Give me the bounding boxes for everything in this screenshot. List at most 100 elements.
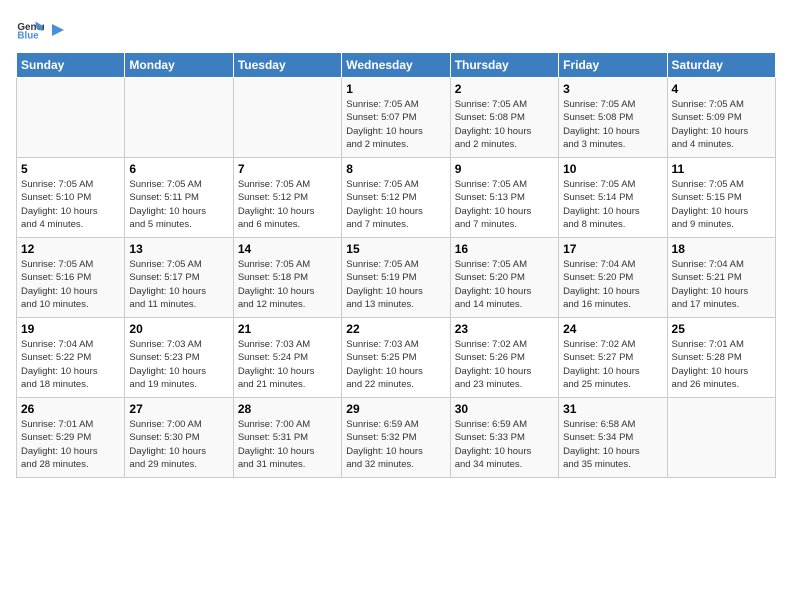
calendar-cell: 20 Sunrise: 7:03 AM Sunset: 5:23 PM Dayli… xyxy=(125,318,233,398)
day-number: 3 xyxy=(563,82,662,96)
calendar-cell: 28 Sunrise: 7:00 AM Sunset: 5:31 PM Dayli… xyxy=(233,398,341,478)
day-info: Sunrise: 7:05 AM Sunset: 5:08 PM Dayligh… xyxy=(455,98,554,151)
day-number: 8 xyxy=(346,162,445,176)
day-number: 11 xyxy=(672,162,771,176)
day-info: Sunrise: 7:05 AM Sunset: 5:10 PM Dayligh… xyxy=(21,178,120,231)
day-of-week-header: Friday xyxy=(559,53,667,78)
day-number: 15 xyxy=(346,242,445,256)
day-info: Sunrise: 7:05 AM Sunset: 5:17 PM Dayligh… xyxy=(129,258,228,311)
day-info: Sunrise: 7:05 AM Sunset: 5:09 PM Dayligh… xyxy=(672,98,771,151)
calendar-cell xyxy=(125,78,233,158)
calendar-cell: 7 Sunrise: 7:05 AM Sunset: 5:12 PM Daylig… xyxy=(233,158,341,238)
calendar-cell: 8 Sunrise: 7:05 AM Sunset: 5:12 PM Daylig… xyxy=(342,158,450,238)
calendar-cell: 6Sunrise: 7:05 AM Sunset: 5:11 PM Daylig… xyxy=(125,158,233,238)
day-number: 28 xyxy=(238,402,337,416)
day-number: 21 xyxy=(238,322,337,336)
day-of-week-header: Sunday xyxy=(17,53,125,78)
calendar-table: SundayMondayTuesdayWednesdayThursdayFrid… xyxy=(16,52,776,478)
calendar-cell: 26 Sunrise: 7:01 AM Sunset: 5:29 PM Dayli… xyxy=(17,398,125,478)
day-of-week-header: Wednesday xyxy=(342,53,450,78)
calendar-cell xyxy=(233,78,341,158)
calendar-cell: 24Sunrise: 7:02 AM Sunset: 5:27 PM Dayli… xyxy=(559,318,667,398)
day-number: 1 xyxy=(346,82,445,96)
calendar-header-row: SundayMondayTuesdayWednesdayThursdayFrid… xyxy=(17,53,776,78)
day-number: 12 xyxy=(21,242,120,256)
day-info: Sunrise: 7:04 AM Sunset: 5:22 PM Dayligh… xyxy=(21,338,120,391)
calendar-cell: 31 Sunrise: 6:58 AM Sunset: 5:34 PM Dayli… xyxy=(559,398,667,478)
calendar-cell: 19 Sunrise: 7:04 AM Sunset: 5:22 PM Dayli… xyxy=(17,318,125,398)
day-number: 19 xyxy=(21,322,120,336)
day-info: Sunrise: 7:01 AM Sunset: 5:28 PM Dayligh… xyxy=(672,338,771,391)
day-info: Sunrise: 6:59 AM Sunset: 5:33 PM Dayligh… xyxy=(455,418,554,471)
day-info: Sunrise: 7:05 AM Sunset: 5:15 PM Dayligh… xyxy=(672,178,771,231)
day-info: Sunrise: 7:05 AM Sunset: 5:18 PM Dayligh… xyxy=(238,258,337,311)
calendar-cell: 14 Sunrise: 7:05 AM Sunset: 5:18 PM Dayli… xyxy=(233,238,341,318)
calendar-cell: 23 Sunrise: 7:02 AM Sunset: 5:26 PM Dayli… xyxy=(450,318,558,398)
day-number: 27 xyxy=(129,402,228,416)
day-info: Sunrise: 7:05 AM Sunset: 5:11 PM Dayligh… xyxy=(129,178,228,231)
day-info: Sunrise: 7:05 AM Sunset: 5:19 PM Dayligh… xyxy=(346,258,445,311)
logo-icon: General Blue xyxy=(16,16,44,44)
calendar-cell: 9 Sunrise: 7:05 AM Sunset: 5:13 PM Daylig… xyxy=(450,158,558,238)
calendar-cell: 12 Sunrise: 7:05 AM Sunset: 5:16 PM Dayli… xyxy=(17,238,125,318)
day-info: Sunrise: 7:05 AM Sunset: 5:13 PM Dayligh… xyxy=(455,178,554,231)
day-number: 5 xyxy=(21,162,120,176)
day-info: Sunrise: 7:02 AM Sunset: 5:26 PM Dayligh… xyxy=(455,338,554,391)
day-number: 2 xyxy=(455,82,554,96)
calendar-cell: 2 Sunrise: 7:05 AM Sunset: 5:08 PM Daylig… xyxy=(450,78,558,158)
day-info: Sunrise: 7:05 AM Sunset: 5:12 PM Dayligh… xyxy=(346,178,445,231)
day-info: Sunrise: 7:00 AM Sunset: 5:31 PM Dayligh… xyxy=(238,418,337,471)
calendar-cell: 27 Sunrise: 7:00 AM Sunset: 5:30 PM Dayli… xyxy=(125,398,233,478)
day-info: Sunrise: 7:05 AM Sunset: 5:20 PM Dayligh… xyxy=(455,258,554,311)
calendar-cell: 25Sunrise: 7:01 AM Sunset: 5:28 PM Dayli… xyxy=(667,318,775,398)
calendar-week-row: 5 Sunrise: 7:05 AM Sunset: 5:10 PM Daylig… xyxy=(17,158,776,238)
calendar-week-row: 12 Sunrise: 7:05 AM Sunset: 5:16 PM Dayli… xyxy=(17,238,776,318)
calendar-cell: 22 Sunrise: 7:03 AM Sunset: 5:25 PM Dayli… xyxy=(342,318,450,398)
day-number: 31 xyxy=(563,402,662,416)
day-info: Sunrise: 7:00 AM Sunset: 5:30 PM Dayligh… xyxy=(129,418,228,471)
day-info: Sunrise: 6:58 AM Sunset: 5:34 PM Dayligh… xyxy=(563,418,662,471)
calendar-cell: 10 Sunrise: 7:05 AM Sunset: 5:14 PM Dayli… xyxy=(559,158,667,238)
calendar-week-row: 1Sunrise: 7:05 AM Sunset: 5:07 PM Daylig… xyxy=(17,78,776,158)
day-number: 14 xyxy=(238,242,337,256)
day-info: Sunrise: 7:03 AM Sunset: 5:23 PM Dayligh… xyxy=(129,338,228,391)
day-number: 17 xyxy=(563,242,662,256)
calendar-cell: 21 Sunrise: 7:03 AM Sunset: 5:24 PM Dayli… xyxy=(233,318,341,398)
day-number: 7 xyxy=(238,162,337,176)
day-of-week-header: Tuesday xyxy=(233,53,341,78)
day-number: 23 xyxy=(455,322,554,336)
day-number: 22 xyxy=(346,322,445,336)
day-info: Sunrise: 7:04 AM Sunset: 5:20 PM Dayligh… xyxy=(563,258,662,311)
day-info: Sunrise: 7:01 AM Sunset: 5:29 PM Dayligh… xyxy=(21,418,120,471)
day-number: 13 xyxy=(129,242,228,256)
day-info: Sunrise: 7:04 AM Sunset: 5:21 PM Dayligh… xyxy=(672,258,771,311)
calendar-cell: 3 Sunrise: 7:05 AM Sunset: 5:08 PM Daylig… xyxy=(559,78,667,158)
logo: General Blue xyxy=(16,16,68,44)
day-number: 16 xyxy=(455,242,554,256)
day-info: Sunrise: 7:05 AM Sunset: 5:08 PM Dayligh… xyxy=(563,98,662,151)
day-info: Sunrise: 7:03 AM Sunset: 5:25 PM Dayligh… xyxy=(346,338,445,391)
day-of-week-header: Saturday xyxy=(667,53,775,78)
svg-text:Blue: Blue xyxy=(17,30,39,41)
day-number: 9 xyxy=(455,162,554,176)
day-number: 10 xyxy=(563,162,662,176)
day-of-week-header: Monday xyxy=(125,53,233,78)
calendar-week-row: 19 Sunrise: 7:04 AM Sunset: 5:22 PM Dayli… xyxy=(17,318,776,398)
day-number: 4 xyxy=(672,82,771,96)
calendar-cell: 30Sunrise: 6:59 AM Sunset: 5:33 PM Dayli… xyxy=(450,398,558,478)
day-number: 20 xyxy=(129,322,228,336)
calendar-cell: 5 Sunrise: 7:05 AM Sunset: 5:10 PM Daylig… xyxy=(17,158,125,238)
day-info: Sunrise: 7:03 AM Sunset: 5:24 PM Dayligh… xyxy=(238,338,337,391)
day-number: 29 xyxy=(346,402,445,416)
calendar-cell: 4 Sunrise: 7:05 AM Sunset: 5:09 PM Daylig… xyxy=(667,78,775,158)
day-info: Sunrise: 7:05 AM Sunset: 5:14 PM Dayligh… xyxy=(563,178,662,231)
calendar-cell: 11 Sunrise: 7:05 AM Sunset: 5:15 PM Dayli… xyxy=(667,158,775,238)
calendar-cell: 18Sunrise: 7:04 AM Sunset: 5:21 PM Dayli… xyxy=(667,238,775,318)
day-number: 26 xyxy=(21,402,120,416)
day-info: Sunrise: 7:05 AM Sunset: 5:12 PM Dayligh… xyxy=(238,178,337,231)
calendar-cell: 15 Sunrise: 7:05 AM Sunset: 5:19 PM Dayli… xyxy=(342,238,450,318)
calendar-cell xyxy=(17,78,125,158)
day-info: Sunrise: 7:05 AM Sunset: 5:16 PM Dayligh… xyxy=(21,258,120,311)
calendar-cell: 29Sunrise: 6:59 AM Sunset: 5:32 PM Dayli… xyxy=(342,398,450,478)
page-header: General Blue xyxy=(16,16,776,44)
